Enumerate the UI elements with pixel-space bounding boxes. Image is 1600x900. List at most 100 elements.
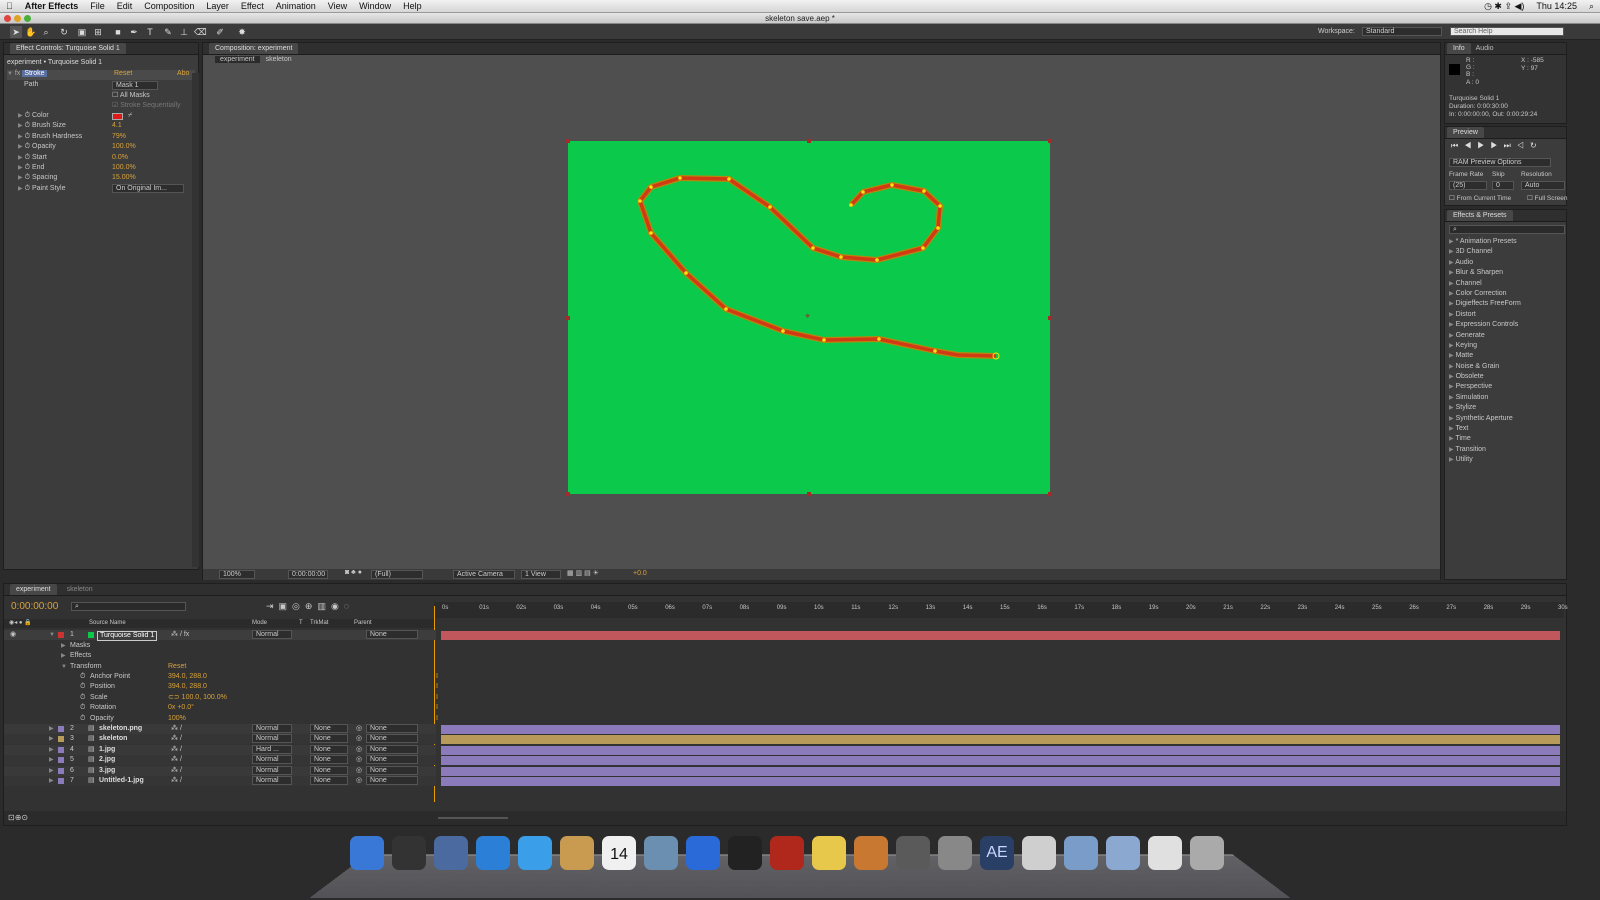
layer-mode-dropdown[interactable]: Normal [252, 765, 292, 775]
current-time-field[interactable]: 0:00:00:00 [288, 570, 328, 579]
search-help-input[interactable]: Search Help [1450, 27, 1564, 36]
masks-label[interactable]: Masks [70, 641, 90, 651]
mask-vertex[interactable] [875, 258, 879, 262]
applications-folder-icon[interactable] [1064, 836, 1098, 870]
expand-triangle-icon[interactable]: ▶ [1449, 426, 1454, 432]
layer-expand-icon[interactable]: ▶ [49, 734, 54, 744]
layer-bar-7[interactable] [441, 777, 1560, 786]
stroke-sequentially-checkbox[interactable]: ☑ Stroke Sequentially [112, 101, 181, 109]
safari-icon[interactable] [476, 836, 510, 870]
eraser-tool-icon[interactable]: ⌫ [194, 26, 207, 38]
timeline-footer-icons[interactable]: ⊡⊕⊙ [8, 813, 28, 822]
status-icons[interactable]: ◷ ✱ ⇪ ◀) [1478, 1, 1530, 12]
layer-label-color[interactable] [58, 746, 64, 753]
roto-brush-tool-icon[interactable]: ✐ [214, 26, 226, 38]
layer-parent-dropdown[interactable]: None [366, 765, 418, 775]
effect-controls-tab[interactable]: Effect Controls: Turquoise Solid 1 [10, 43, 126, 54]
effects-category-item[interactable]: ▶ Time [1449, 435, 1561, 445]
mask-vertex[interactable] [890, 183, 894, 187]
transform-prop-position[interactable]: ⏱ Position 394.0, 288.0 [4, 682, 436, 692]
layer-switches[interactable]: ⁂ / [171, 755, 182, 765]
expand-triangle-icon[interactable]: ▶ [18, 134, 23, 140]
expand-triangle-icon[interactable]: ▶ [1449, 291, 1454, 297]
stopwatch-icon[interactable]: ⏱ [80, 672, 85, 682]
mask-vertex[interactable] [877, 337, 881, 341]
layer-expand-icon[interactable]: ▶ [49, 745, 54, 755]
layer-name[interactable]: skeleton [99, 734, 127, 744]
expand-triangle-icon[interactable]: ▶ [1449, 384, 1454, 390]
eyedropper-icon[interactable]: ⌿ [128, 112, 132, 120]
expand-triangle-icon[interactable]: ▶ [18, 113, 23, 119]
utility-icon[interactable] [1022, 836, 1056, 870]
system-prefs-icon[interactable] [938, 836, 972, 870]
layer-switches[interactable]: ⁂ / [171, 766, 182, 776]
layer-row-7[interactable]: ▶ 7 ▤ Untitled-1.jpg ⁂ / Normal None ◎ None [4, 776, 436, 786]
effects-category-item[interactable]: ▶ Stylize [1449, 404, 1561, 414]
downloads-icon[interactable] [1148, 836, 1182, 870]
workspace-dropdown[interactable]: Standard [1362, 27, 1442, 36]
spotlight-icon[interactable]: ⌕ [1583, 1, 1600, 12]
layer-row-6[interactable]: ▶ 6 ▤ 3.jpg ⁂ / Normal None ◎ None [4, 765, 436, 776]
mask-vertex[interactable] [839, 255, 843, 259]
prop-row-brush-size[interactable]: ▶ ⏱ Brush Size 4.1 [18, 122, 192, 130]
transform-prop-value[interactable]: ⊂⊃ 100.0, 100.0% [168, 693, 227, 703]
layer-switches[interactable]: ⁂ / [171, 776, 182, 786]
prop-value[interactable]: 100.0% [112, 143, 136, 150]
trash-icon[interactable] [1190, 836, 1224, 870]
mask-vertex[interactable] [649, 231, 653, 235]
prop-row-start[interactable]: ▶ ⏱ Start 0.0% [18, 154, 192, 162]
transform-reset-link[interactable]: Reset [168, 662, 186, 672]
layer-trkmat-dropdown[interactable]: None [310, 744, 348, 754]
pick-whip-icon[interactable]: ◎ [356, 766, 362, 776]
mask-vertex[interactable] [768, 205, 772, 209]
layer-mode-dropdown[interactable]: Hard ... [252, 744, 292, 754]
stopwatch-icon[interactable]: ⏱ [80, 703, 85, 713]
layer-name[interactable]: skeleton.png [99, 724, 142, 734]
stopwatch-icon[interactable]: ⏱ [25, 154, 30, 161]
pick-whip-icon[interactable]: ◎ [356, 724, 362, 734]
t-header[interactable]: T [299, 619, 303, 628]
prop-value[interactable]: 4.1 [112, 122, 122, 129]
all-masks-checkbox[interactable]: ☐ All Masks [112, 91, 150, 99]
stopwatch-icon[interactable]: ⏱ [25, 143, 30, 150]
expand-triangle-icon[interactable]: ▶ [1449, 249, 1454, 255]
menubar-clock[interactable]: Thu 14:25 [1530, 1, 1583, 11]
preview-tab[interactable]: Preview [1447, 127, 1484, 138]
layer-label-color[interactable] [58, 726, 64, 732]
stopwatch-icon[interactable]: ⏱ [25, 185, 30, 192]
menu-file[interactable]: File [84, 1, 111, 11]
layer-parent-dropdown[interactable]: None [366, 724, 418, 733]
transform-group[interactable]: ▼ Transform Reset [4, 662, 436, 672]
layer-mode-dropdown[interactable]: Normal [252, 776, 292, 785]
after-effects-icon[interactable]: AE [980, 836, 1014, 870]
effects-category-item[interactable]: ▶ Matte [1449, 352, 1561, 362]
layer-parent-dropdown[interactable]: None [366, 630, 418, 639]
video-visibility-icon[interactable]: ◉ [10, 630, 16, 640]
effects-category-item[interactable]: ▶ Text [1449, 425, 1561, 435]
keyframe-icon[interactable]: I [436, 715, 438, 722]
effects-category-item[interactable]: ▶ Color Correction [1449, 290, 1561, 300]
effects-search-input[interactable]: ⌕ [1449, 225, 1565, 234]
layer-name[interactable]: 2.jpg [99, 755, 115, 765]
transform-label[interactable]: Transform [70, 662, 102, 672]
anchor-point-icon[interactable]: ⌖ [805, 311, 810, 321]
playback-controls[interactable]: ⏮◀▶▶⏭◁↻ [1451, 141, 1543, 151]
ical-icon[interactable]: 14 [602, 836, 636, 870]
mask-vertex[interactable] [724, 307, 728, 311]
pick-whip-icon[interactable]: ◎ [356, 745, 362, 755]
expand-triangle-icon[interactable]: ▶ [1449, 301, 1454, 307]
expand-triangle-icon[interactable]: ▶ [18, 144, 23, 150]
skip-dropdown[interactable]: 0 [1492, 181, 1514, 190]
layer-bar-5[interactable] [441, 756, 1560, 766]
mask-vertex[interactable] [678, 176, 682, 180]
prop-value[interactable]: 15.00% [112, 174, 136, 181]
layer-parent-dropdown[interactable]: None [366, 744, 418, 754]
minimize-window-icon[interactable] [14, 15, 21, 22]
paint-style-dropdown[interactable]: On Original Im... [112, 183, 184, 193]
effects-category-item[interactable]: ▶ Obsolete [1449, 373, 1561, 383]
trkmat-header[interactable]: TrkMat [310, 619, 328, 628]
keyframe-icon[interactable]: I [436, 704, 438, 711]
layer-mode-dropdown[interactable]: Normal [252, 630, 292, 639]
expand-triangle-icon[interactable]: ▶ [18, 165, 23, 171]
effects-category-item[interactable]: ▶ Distort [1449, 311, 1561, 321]
